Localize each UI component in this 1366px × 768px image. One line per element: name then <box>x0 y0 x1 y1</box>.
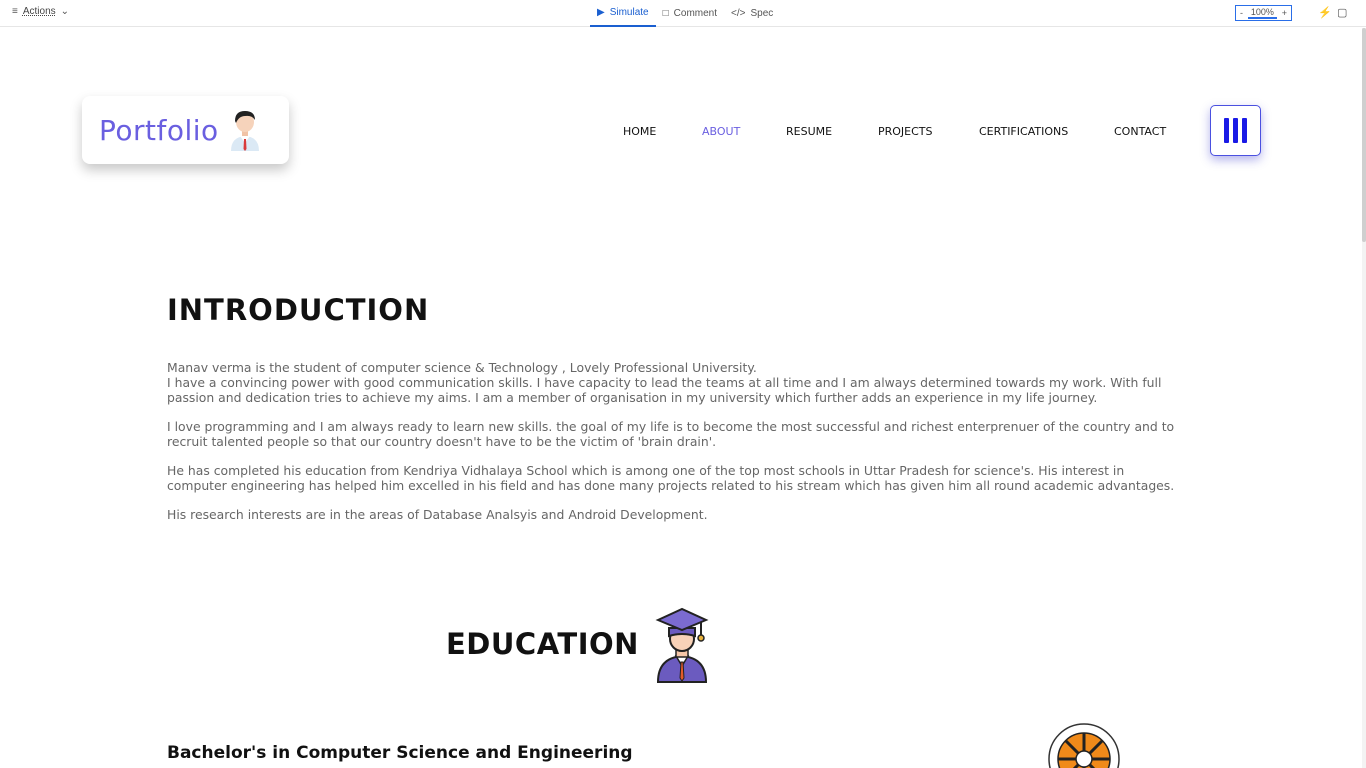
hamburger-icon: ≡ <box>12 6 18 17</box>
graduate-icon <box>655 607 709 683</box>
tab-simulate[interactable]: ▶ Simulate <box>590 0 656 27</box>
user-avatar-icon <box>230 111 259 151</box>
menu-bar-icon <box>1242 118 1247 143</box>
intro-paragraph: His research interests are in the areas … <box>167 507 708 522</box>
nav-home[interactable]: HOME <box>623 125 656 138</box>
fullscreen-icon[interactable]: ▢ <box>1337 6 1347 19</box>
tab-simulate-label: Simulate <box>609 7 649 18</box>
play-icon: ▶ <box>597 7 605 18</box>
nav-about[interactable]: ABOUT <box>702 125 740 138</box>
education-heading: EDUCATION <box>446 627 639 661</box>
zoom-in-button[interactable]: + <box>1282 8 1287 18</box>
actions-menu[interactable]: ≡ Actions ⌄ <box>12 6 69 17</box>
tab-spec-label: Spec <box>750 8 774 19</box>
menu-toggle-button[interactable] <box>1210 105 1261 156</box>
menu-bar-icon <box>1224 118 1229 143</box>
menu-bar-icon <box>1233 118 1238 143</box>
intro-heading: INTRODUCTION <box>167 293 430 327</box>
logo-text: Portfolio <box>99 113 219 147</box>
page-scrollbar[interactable] <box>1362 28 1366 768</box>
nav-contact[interactable]: CONTACT <box>1114 125 1166 138</box>
logo[interactable]: Portfolio <box>82 96 289 164</box>
chevron-down-icon: ⌄ <box>60 6 70 17</box>
tab-comment-label: Comment <box>673 8 718 19</box>
prototype-toolbar: ≡ Actions ⌄ ▶ Simulate □ Comment </> Spe… <box>0 0 1366 27</box>
intro-paragraph: Manav verma is the student of computer s… <box>167 360 1162 405</box>
university-logo-icon <box>1048 723 1120 768</box>
tab-spec[interactable]: </> Spec <box>724 0 780 27</box>
portfolio-page: Portfolio HOME ABOUT RESUME PROJECTS CER… <box>3 28 1362 768</box>
tab-comment[interactable]: □ Comment <box>656 0 724 27</box>
intro-body: Manav verma is the student of computer s… <box>167 360 1179 536</box>
zoom-out-button[interactable]: - <box>1240 8 1243 18</box>
actions-label: Actions <box>22 6 56 17</box>
zoom-input[interactable]: 100% <box>1247 7 1277 19</box>
comment-icon: □ <box>662 8 669 19</box>
scrollbar-thumb[interactable] <box>1362 28 1366 242</box>
lightning-icon[interactable]: ⚡ <box>1318 6 1332 19</box>
intro-paragraph: I love programming and I am always ready… <box>167 419 1175 449</box>
code-icon: </> <box>731 8 746 19</box>
nav-projects[interactable]: PROJECTS <box>878 125 933 138</box>
intro-paragraph: He has completed his education from Kend… <box>167 463 1175 493</box>
zoom-control: - 100% + <box>1235 5 1292 21</box>
degree-title: Bachelor's in Computer Science and Engin… <box>167 743 633 763</box>
nav-certifications[interactable]: CERTIFICATIONS <box>979 125 1068 138</box>
nav-resume[interactable]: RESUME <box>786 125 832 138</box>
mode-tabs: ▶ Simulate □ Comment </> Spec <box>590 0 780 27</box>
